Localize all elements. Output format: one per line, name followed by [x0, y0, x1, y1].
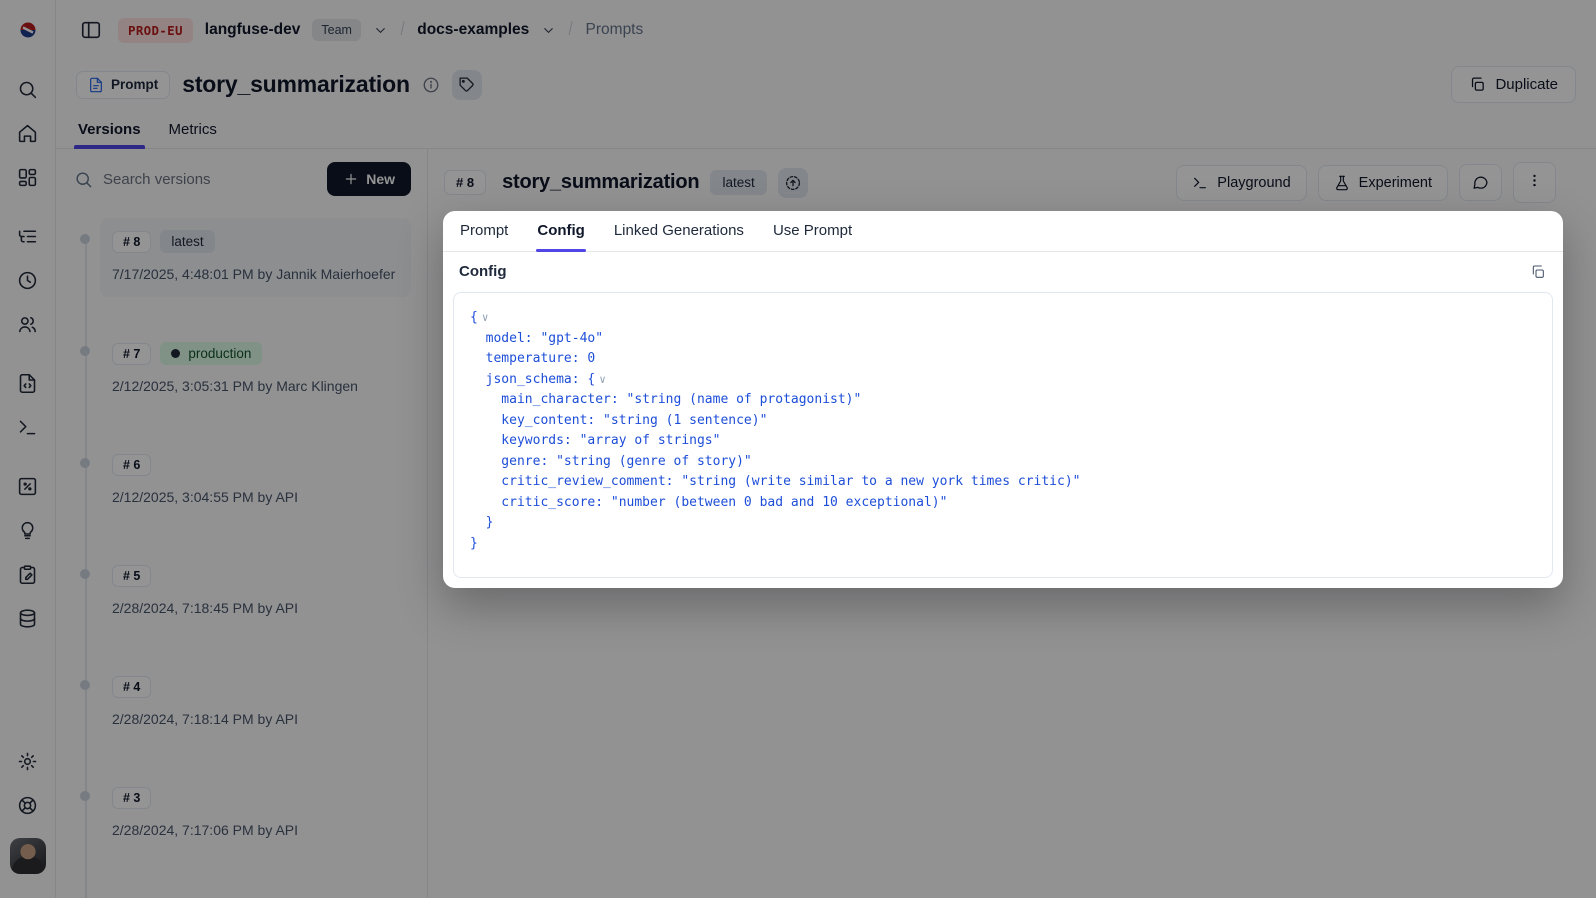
json-line: critic_score: "number (between 0 bad and…: [470, 493, 1536, 514]
tab-linked-generations[interactable]: Linked Generations: [613, 211, 745, 251]
copy-config-icon[interactable]: [1530, 264, 1546, 280]
tab-use-prompt[interactable]: Use Prompt: [772, 211, 853, 251]
tab-config[interactable]: Config: [536, 211, 585, 251]
json-line: critic_review_comment: "string (write si…: [470, 472, 1536, 493]
collapse-chevron-icon[interactable]: ∨: [482, 311, 489, 324]
config-json-viewer[interactable]: {∨ model: "gpt-4o" temperature: 0 json_s…: [453, 292, 1553, 578]
json-line: temperature: 0: [470, 349, 1536, 370]
json-line: model: "gpt-4o": [470, 329, 1536, 350]
tab-prompt[interactable]: Prompt: [459, 211, 509, 251]
json-line: }: [470, 513, 1536, 534]
json-line: keywords: "array of strings": [470, 431, 1536, 452]
collapse-chevron-icon[interactable]: ∨: [599, 373, 606, 386]
json-line: }: [470, 534, 1536, 555]
json-line: key_content: "string (1 sentence)": [470, 411, 1536, 432]
json-line: {∨: [470, 308, 1536, 329]
json-line: genre: "string (genre of story)": [470, 452, 1536, 473]
json-line: json_schema: {∨: [470, 370, 1536, 391]
prompt-detail-dialog: Prompt Config Linked Generations Use Pro…: [443, 211, 1563, 588]
langfuse-app: PROD-EU langfuse-dev Team / docs-example…: [0, 0, 1596, 898]
config-section-header: Config: [443, 252, 1563, 289]
json-line: main_character: "string (name of protago…: [470, 390, 1536, 411]
config-section-title: Config: [459, 263, 506, 280]
dialog-tabs: Prompt Config Linked Generations Use Pro…: [443, 211, 1563, 252]
